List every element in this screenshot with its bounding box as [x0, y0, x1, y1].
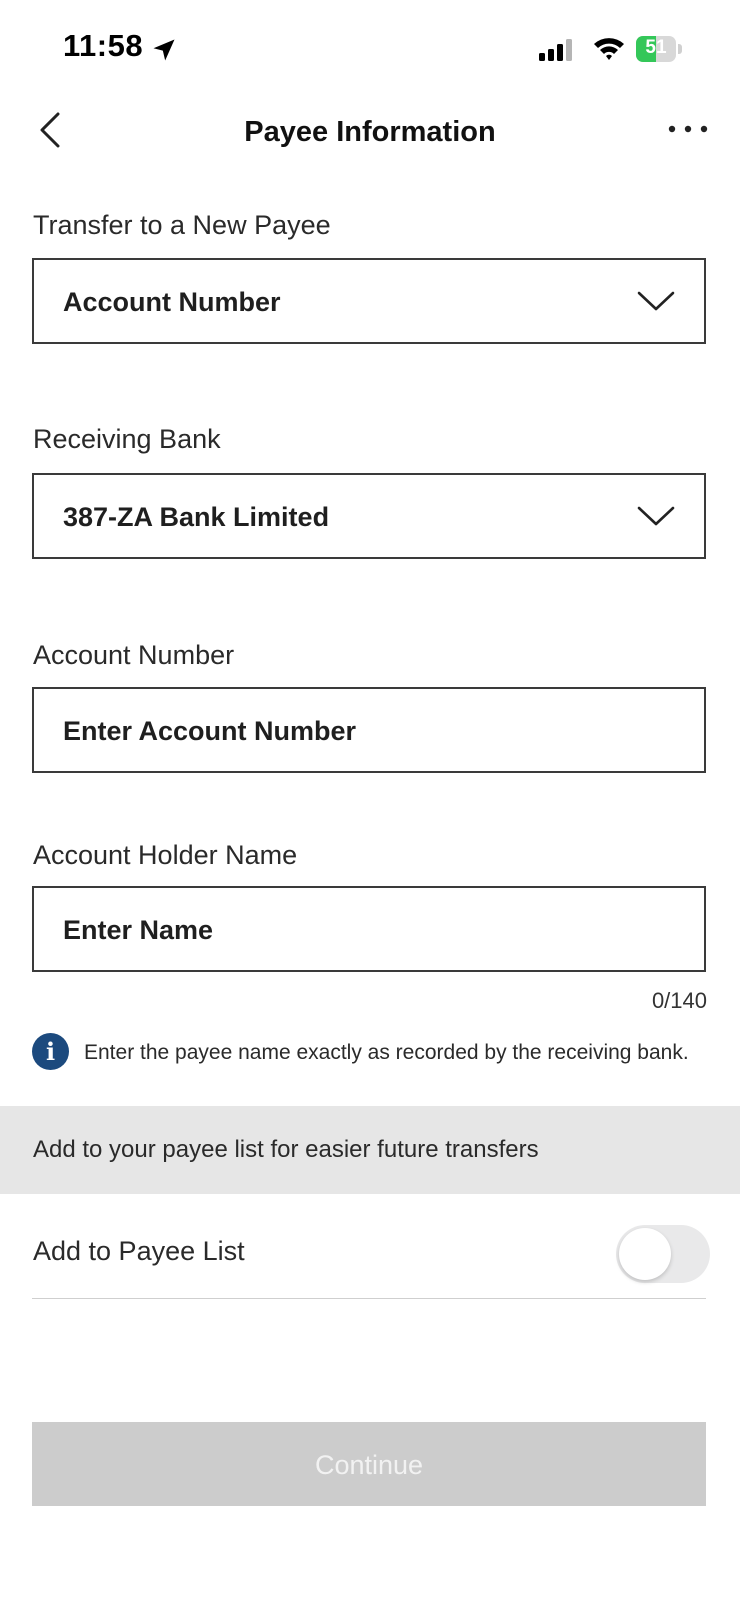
- info-icon: i: [32, 1033, 69, 1070]
- toggle-knob: [619, 1228, 671, 1280]
- info-text: Enter the payee name exactly as recorded…: [84, 1041, 689, 1064]
- receiving-bank-label: Receiving Bank: [33, 424, 221, 454]
- receiving-bank-select[interactable]: 387-ZA Bank Limited: [32, 473, 706, 559]
- account-number-input[interactable]: Enter Account Number: [32, 687, 706, 773]
- account-number-placeholder: Enter Account Number: [63, 716, 357, 746]
- battery-cap: [678, 44, 682, 54]
- payee-information-screen: 11:58 51 Payee Information Transfer to a…: [0, 0, 740, 1600]
- page-title: Payee Information: [244, 116, 496, 148]
- holder-name-label: Account Holder Name: [33, 840, 298, 870]
- wifi-icon: [594, 38, 624, 60]
- account-number-label: Account Number: [33, 640, 235, 670]
- transfer-type-value: Account Number: [63, 287, 281, 317]
- add-to-payee-list-label: Add to Payee List: [33, 1236, 245, 1266]
- battery-charging-icon: 51: [636, 36, 682, 62]
- transfer-type-select[interactable]: Account Number: [32, 258, 706, 344]
- cellular-signal-icon: [539, 39, 572, 61]
- holder-name-placeholder: Enter Name: [63, 915, 214, 945]
- transfer-type-label: Transfer to a New Payee: [33, 210, 331, 240]
- battery-percent: 51: [645, 37, 667, 58]
- character-counter: 0/140: [651, 988, 707, 1013]
- chevron-down-icon: [637, 291, 675, 311]
- continue-button[interactable]: Continue: [32, 1422, 706, 1506]
- receiving-bank-value: 387-ZA Bank Limited: [63, 502, 330, 532]
- payee-list-banner: Add to your payee list for easier future…: [0, 1106, 740, 1194]
- add-to-payee-list-toggle[interactable]: [616, 1225, 710, 1283]
- divider: [32, 1298, 706, 1299]
- payee-list-banner-text: Add to your payee list for easier future…: [33, 1136, 539, 1163]
- more-horizontal-icon[interactable]: [666, 120, 710, 138]
- holder-name-input[interactable]: Enter Name: [32, 886, 706, 972]
- chevron-down-icon: [637, 506, 675, 526]
- info-note: i Enter the payee name exactly as record…: [32, 1033, 722, 1073]
- status-bar: 11:58 51: [0, 0, 740, 100]
- status-time: 11:58: [63, 28, 144, 63]
- location-arrow-icon: [153, 39, 175, 61]
- battery-body: 51: [636, 36, 676, 62]
